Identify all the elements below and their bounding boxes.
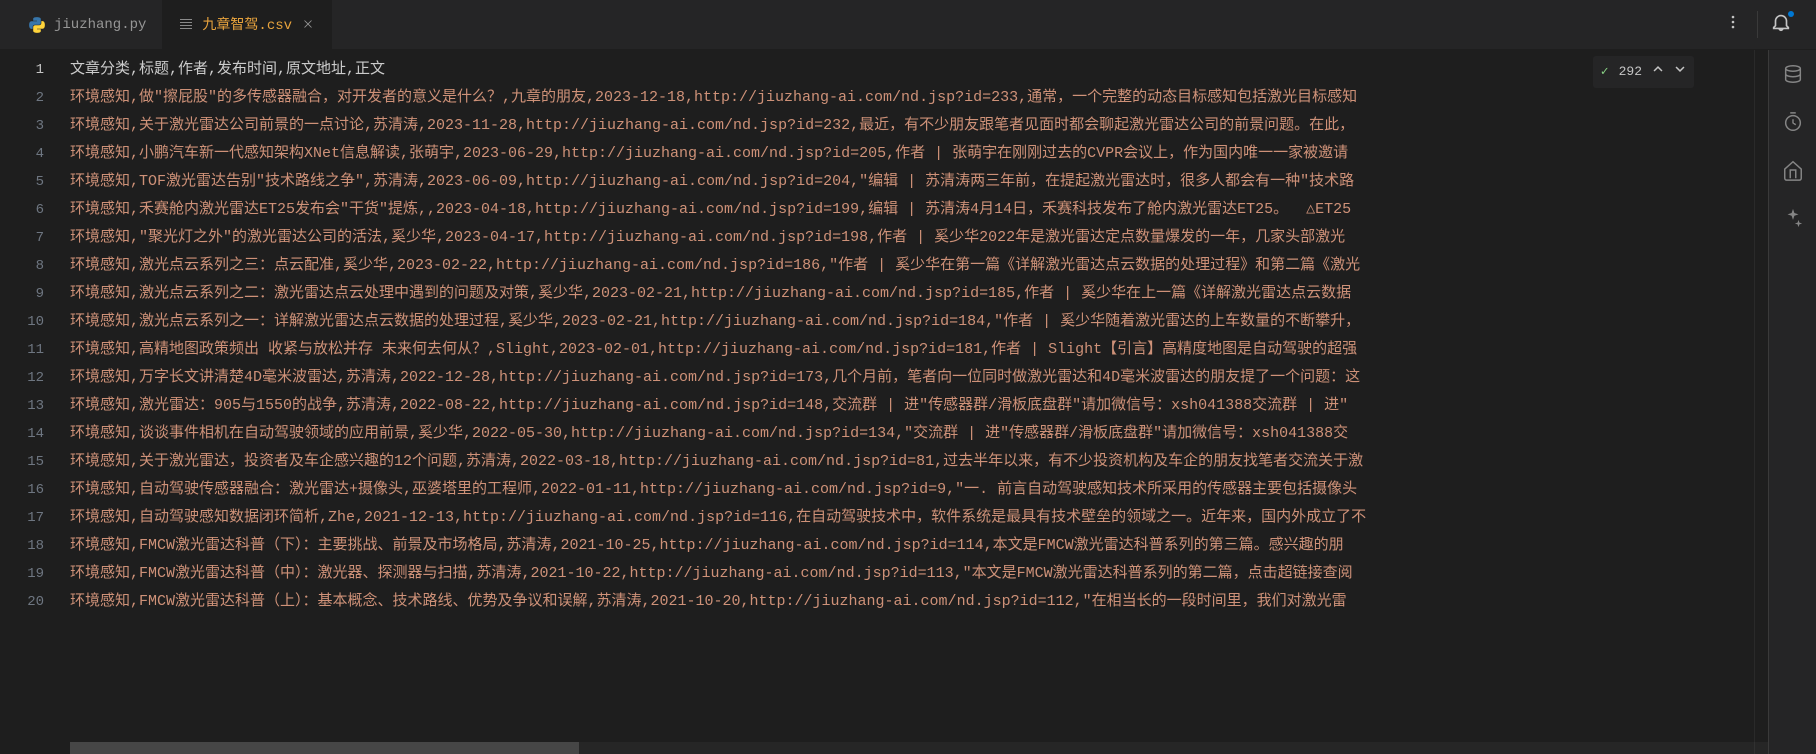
- code-line[interactable]: 环境感知,关于激光雷达，投资者及车企感兴趣的12个问题,苏清涛,2022-03-…: [70, 448, 1754, 476]
- line-number: 18: [0, 532, 44, 560]
- line-number: 4: [0, 140, 44, 168]
- line-number: 13: [0, 392, 44, 420]
- csv-icon: [178, 16, 194, 32]
- find-next-icon[interactable]: [1674, 58, 1686, 86]
- tab-jiuzhang-csv[interactable]: 九章智驾.csv: [162, 0, 332, 49]
- code-line[interactable]: 环境感知,"聚光灯之外"的激光雷达公司的活法,奚少华,2023-04-17,ht…: [70, 224, 1754, 252]
- line-number: 5: [0, 168, 44, 196]
- check-icon: ✓: [1601, 58, 1609, 86]
- line-number: 15: [0, 448, 44, 476]
- code-line[interactable]: 环境感知,FMCW激光雷达科普（下）：主要挑战、前景及市场格局,苏清涛,2021…: [70, 532, 1754, 560]
- notification-dot: [1788, 11, 1794, 17]
- tab-bar: jiuzhang.py 九章智驾.csv: [0, 0, 1816, 50]
- tab-filename: 九章智驾.csv: [202, 14, 292, 34]
- find-prev-icon[interactable]: [1652, 58, 1664, 86]
- code-area[interactable]: ✓ 292 文章分类,标题,作者,发布时间,原文地址,正文 环境感知,做"擦屁股…: [70, 50, 1754, 754]
- code-line[interactable]: 环境感知,自动驾驶传感器融合：激光雷达+摄像头,巫婆塔里的工程师,2022-01…: [70, 476, 1754, 504]
- line-number: 6: [0, 196, 44, 224]
- python-icon: [28, 16, 46, 34]
- code-line[interactable]: 环境感知,TOF激光雷达告别"技术路线之争",苏清涛,2023-06-09,ht…: [70, 168, 1754, 196]
- find-widget: ✓ 292: [1593, 56, 1694, 88]
- code-line[interactable]: 环境感知,激光点云系列之一：详解激光雷达点云数据的处理过程,奚少华,2023-0…: [70, 308, 1754, 336]
- line-number: 10: [0, 308, 44, 336]
- line-number: 17: [0, 504, 44, 532]
- notifications-button[interactable]: [1757, 11, 1804, 38]
- line-number: 11: [0, 336, 44, 364]
- line-number: 14: [0, 420, 44, 448]
- line-number: 3: [0, 112, 44, 140]
- code-line[interactable]: 环境感知,做"擦屁股"的多传感器融合，对开发者的意义是什么？,九章的朋友,202…: [70, 84, 1754, 112]
- more-icon[interactable]: [1725, 14, 1741, 35]
- code-line[interactable]: 环境感知,FMCW激光雷达科普（中）：激光器、探测器与扫描,苏清涛,2021-1…: [70, 560, 1754, 588]
- line-number: 9: [0, 280, 44, 308]
- sparkle-icon[interactable]: [1781, 206, 1805, 230]
- tab-filename: jiuzhang.py: [54, 17, 146, 33]
- code-line[interactable]: 环境感知,激光点云系列之三：点云配准,奚少华,2023-02-22,http:/…: [70, 252, 1754, 280]
- line-number: 1: [0, 56, 44, 84]
- code-line[interactable]: 环境感知,万字长文讲清楚4D毫米波雷达,苏清涛,2022-12-28,http:…: [70, 364, 1754, 392]
- code-line[interactable]: 环境感知,自动驾驶感知数据闭环简析,Zhe,2021-12-13,http://…: [70, 504, 1754, 532]
- line-number: 12: [0, 364, 44, 392]
- tab-jiuzhang-py[interactable]: jiuzhang.py: [12, 0, 162, 49]
- code-line[interactable]: 环境感知,禾赛舱内激光雷达ET25发布会"干货"提炼,,2023-04-18,h…: [70, 196, 1754, 224]
- line-number: 7: [0, 224, 44, 252]
- line-number: 2: [0, 84, 44, 112]
- minimap[interactable]: [1754, 50, 1768, 754]
- timer-icon[interactable]: [1781, 110, 1805, 134]
- code-line[interactable]: 环境感知,高精地图政策频出 收紧与放松并存 未来何去何从？,Slight,202…: [70, 336, 1754, 364]
- line-number: 19: [0, 560, 44, 588]
- code-line[interactable]: 文章分类,标题,作者,发布时间,原文地址,正文: [70, 56, 1754, 84]
- code-line[interactable]: 环境感知,谈谈事件相机在自动驾驶领域的应用前景,奚少华,2022-05-30,h…: [70, 420, 1754, 448]
- code-line[interactable]: 环境感知,激光点云系列之二：激光雷达点云处理中遇到的问题及对策,奚少华,2023…: [70, 280, 1754, 308]
- code-line[interactable]: 环境感知,小鹏汽车新一代感知架构XNet信息解读,张萌宇,2023-06-29,…: [70, 140, 1754, 168]
- code-line[interactable]: 环境感知,关于激光雷达公司前景的一点讨论,苏清涛,2023-11-28,http…: [70, 112, 1754, 140]
- right-sidebar: [1768, 50, 1816, 754]
- line-number: 8: [0, 252, 44, 280]
- code-line[interactable]: 环境感知,激光雷达：905与1550的战争,苏清涛,2022-08-22,htt…: [70, 392, 1754, 420]
- home-icon[interactable]: [1781, 158, 1805, 182]
- line-number: 20: [0, 588, 44, 616]
- horizontal-scrollbar[interactable]: [70, 742, 1768, 754]
- editor-body: 1 2 3 4 5 6 7 8 9 10 11 12 13 14 15 16 1…: [0, 50, 1816, 754]
- tab-actions: [1725, 11, 1816, 38]
- close-icon[interactable]: [300, 16, 316, 32]
- scrollbar-thumb[interactable]: [70, 742, 579, 754]
- line-number: 16: [0, 476, 44, 504]
- database-icon[interactable]: [1781, 62, 1805, 86]
- code-line[interactable]: 环境感知,FMCW激光雷达科普（上）：基本概念、技术路线、优势及争议和误解,苏清…: [70, 588, 1754, 616]
- line-gutter: 1 2 3 4 5 6 7 8 9 10 11 12 13 14 15 16 1…: [0, 50, 70, 754]
- find-count: 292: [1619, 58, 1642, 86]
- bell-icon: [1770, 22, 1792, 38]
